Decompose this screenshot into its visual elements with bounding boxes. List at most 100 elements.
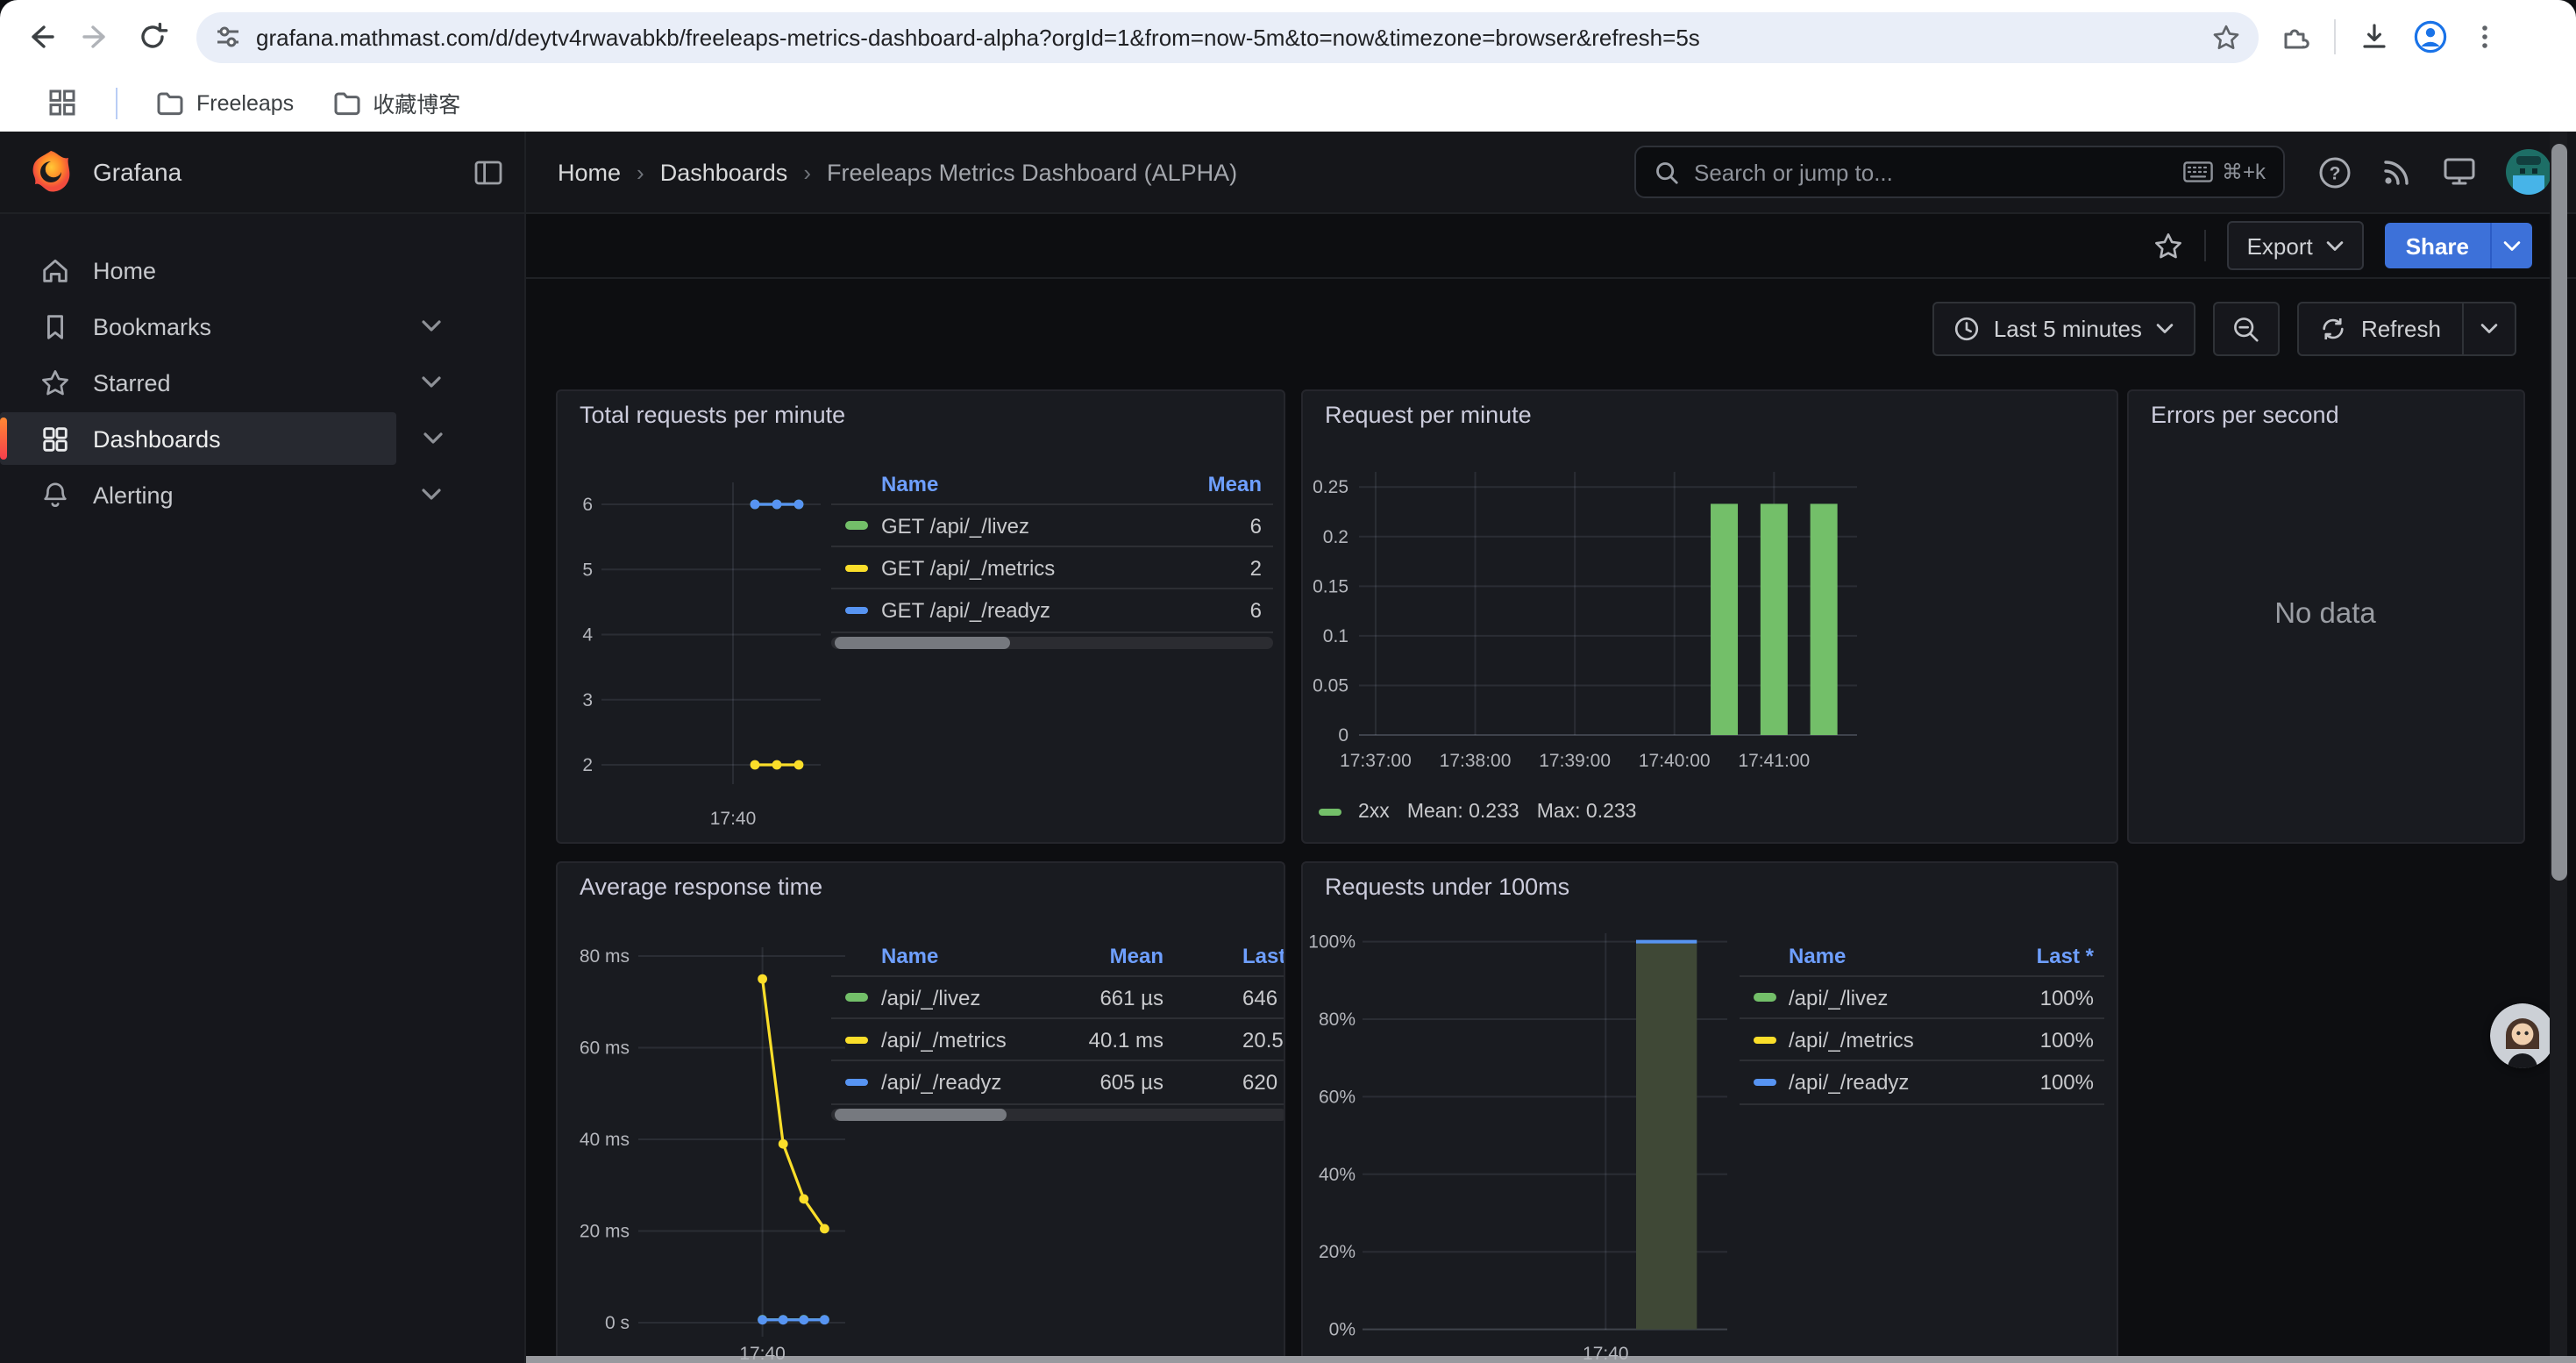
breadcrumb-home[interactable]: Home <box>558 159 621 185</box>
svg-text:60%: 60% <box>1318 1087 1355 1107</box>
apps-grid-icon[interactable] <box>47 88 77 118</box>
search-input[interactable]: Search or jump to... ⌘+k <box>1634 146 2285 198</box>
series-name: 2xx <box>1358 802 1390 823</box>
url-text[interactable]: grafana.mathmast.com/d/deytv4rwavabkb/fr… <box>256 24 2211 50</box>
legend-row[interactable]: /api/_/livez 661 µs 646 µs <box>830 975 1284 1017</box>
chevron-down-icon[interactable] <box>421 488 442 502</box>
legend-col-mean[interactable]: Mean <box>1167 472 1272 496</box>
legend-col-last[interactable]: Last * <box>1242 944 1284 968</box>
svg-text:0.15: 0.15 <box>1312 576 1348 596</box>
collapse-sidebar-icon[interactable] <box>473 157 503 187</box>
refresh-icon <box>2321 316 2347 342</box>
legend-row[interactable]: GET /api/_/readyz 6 <box>830 589 1272 632</box>
sidebar-item-starred[interactable]: Starred <box>0 356 524 409</box>
series-pill <box>844 564 867 572</box>
search-placeholder: Search or jump to... <box>1694 159 2183 185</box>
reload-icon[interactable] <box>137 21 168 53</box>
series-legend[interactable]: 2xx Mean: 0.233 Max: 0.233 <box>1318 802 1637 823</box>
monitor-kiosk-icon[interactable] <box>2443 156 2476 188</box>
refresh-interval-button[interactable] <box>2462 303 2515 354</box>
folder-icon <box>332 90 360 115</box>
panel-total-requests[interactable]: Total requests per minute 2345617:40 Nam… <box>555 389 1284 844</box>
svg-text:100%: 100% <box>1307 932 1355 953</box>
zoom-out-button[interactable] <box>2214 302 2281 356</box>
panel-title[interactable]: Total requests per minute <box>580 402 845 428</box>
sidebar-item-home[interactable]: Home <box>0 244 524 296</box>
legend-scrollbar[interactable] <box>830 636 1272 648</box>
chevron-down-icon[interactable] <box>423 432 444 446</box>
bookmark-star-icon[interactable] <box>2211 22 2241 52</box>
panel-requests-under-100ms[interactable]: Requests under 100ms 0%20%40%60%80%100%1… <box>1300 861 2117 1363</box>
favorite-star-icon[interactable] <box>2154 231 2184 260</box>
page-scrollbar[interactable] <box>2550 132 2567 1363</box>
zoom-out-icon <box>2233 315 2261 343</box>
svg-text:60 ms: 60 ms <box>579 1038 629 1059</box>
sidebar-item-dashboards[interactable]: Dashboards <box>0 412 396 465</box>
bookmark-folder-blogs[interactable]: 收藏博客 <box>332 86 460 119</box>
legend-col-mean[interactable]: Mean <box>1051 944 1174 968</box>
browser-chrome: grafana.mathmast.com/d/deytv4rwavabkb/fr… <box>0 0 2576 74</box>
share-menu-button[interactable] <box>2490 223 2532 268</box>
legend-row[interactable]: /api/_/readyz 605 µs 620 µs <box>830 1060 1284 1104</box>
home-icon <box>40 255 70 285</box>
svg-text:20 ms: 20 ms <box>579 1222 629 1242</box>
legend-row[interactable]: /api/_/metrics 40.1 ms 20.5 ms <box>830 1017 1284 1060</box>
legend-col-last[interactable]: Last * <box>1996 944 2104 968</box>
floating-assistant-avatar[interactable] <box>2490 1003 2555 1068</box>
search-icon <box>1654 159 1680 185</box>
svg-text:40%: 40% <box>1318 1165 1355 1185</box>
folder-icon <box>156 90 184 115</box>
legend-row[interactable]: /api/_/metrics 100% <box>1740 1017 2104 1060</box>
news-rss-icon[interactable] <box>2381 156 2413 188</box>
panel-errors-per-second[interactable]: Errors per second No data <box>2126 389 2524 844</box>
panel-request-per-minute[interactable]: Request per minute 00.050.10.150.20.2517… <box>1300 389 2117 844</box>
time-range-picker[interactable]: Last 5 minutes <box>1932 302 2196 356</box>
bookmark-folder-freeleaps[interactable]: Freeleaps <box>156 90 294 115</box>
svg-text:17:40: 17:40 <box>1582 1344 1628 1363</box>
legend-row[interactable]: /api/_/livez 100% <box>1740 975 2104 1017</box>
scrollbar-thumb[interactable] <box>2551 144 2566 881</box>
download-icon[interactable] <box>2359 21 2390 53</box>
dashboard-toolbar: Export Share <box>526 214 2576 279</box>
chevron-down-icon[interactable] <box>421 375 442 389</box>
panel-avg-response-time[interactable]: Average response time 0 s20 ms40 ms60 ms… <box>555 861 1284 1363</box>
profile-icon[interactable] <box>2413 19 2448 54</box>
series-pill <box>844 606 867 614</box>
back-icon[interactable] <box>25 21 56 53</box>
user-avatar[interactable] <box>2506 149 2551 195</box>
svg-text:5: 5 <box>581 560 592 580</box>
panel-title[interactable]: Requests under 100ms <box>1325 874 1569 900</box>
time-range-label: Last 5 minutes <box>1994 316 2142 342</box>
legend-col-name[interactable]: Name <box>881 944 1051 968</box>
chevron-down-icon[interactable] <box>421 319 442 333</box>
svg-text:2: 2 <box>581 755 592 775</box>
legend-scrollbar[interactable] <box>830 1108 1284 1120</box>
forward-icon[interactable] <box>81 21 112 53</box>
grafana-logo-icon[interactable] <box>28 149 74 195</box>
export-button[interactable]: Export <box>2228 221 2364 270</box>
sidebar-item-bookmarks[interactable]: Bookmarks <box>0 300 524 353</box>
extensions-icon[interactable] <box>2280 21 2311 53</box>
share-button[interactable]: Share <box>2385 223 2490 268</box>
svg-text:0 s: 0 s <box>604 1313 629 1333</box>
legend-row[interactable]: GET /api/_/livez 6 <box>830 503 1272 546</box>
keyboard-icon <box>2183 161 2213 182</box>
dashboard-canvas: Last 5 minutes Refresh <box>526 279 2576 1363</box>
panel-title[interactable]: Average response time <box>580 874 822 900</box>
svg-text:17:37:00: 17:37:00 <box>1339 751 1411 771</box>
address-bar[interactable]: grafana.mathmast.com/d/deytv4rwavabkb/fr… <box>196 11 2259 62</box>
panel-title[interactable]: Errors per second <box>2151 402 2339 428</box>
sidebar-item-alerting[interactable]: Alerting <box>0 468 524 521</box>
panel-title[interactable]: Request per minute <box>1325 402 1532 428</box>
site-settings-icon[interactable] <box>214 23 242 51</box>
legend-col-name[interactable]: Name <box>1789 944 1996 968</box>
sidebar-item-label: Bookmarks <box>93 313 421 339</box>
help-icon[interactable]: ? <box>2318 155 2352 189</box>
refresh-button[interactable]: Refresh <box>2300 303 2462 354</box>
menu-kebab-icon[interactable] <box>2471 23 2499 51</box>
breadcrumb-dashboards[interactable]: Dashboards <box>660 159 788 185</box>
legend-row[interactable]: /api/_/readyz 100% <box>1740 1060 2104 1104</box>
bookmark-label: Freeleaps <box>196 90 294 115</box>
legend-col-name[interactable]: Name <box>881 472 1167 496</box>
legend-row[interactable]: GET /api/_/metrics 2 <box>830 546 1272 588</box>
